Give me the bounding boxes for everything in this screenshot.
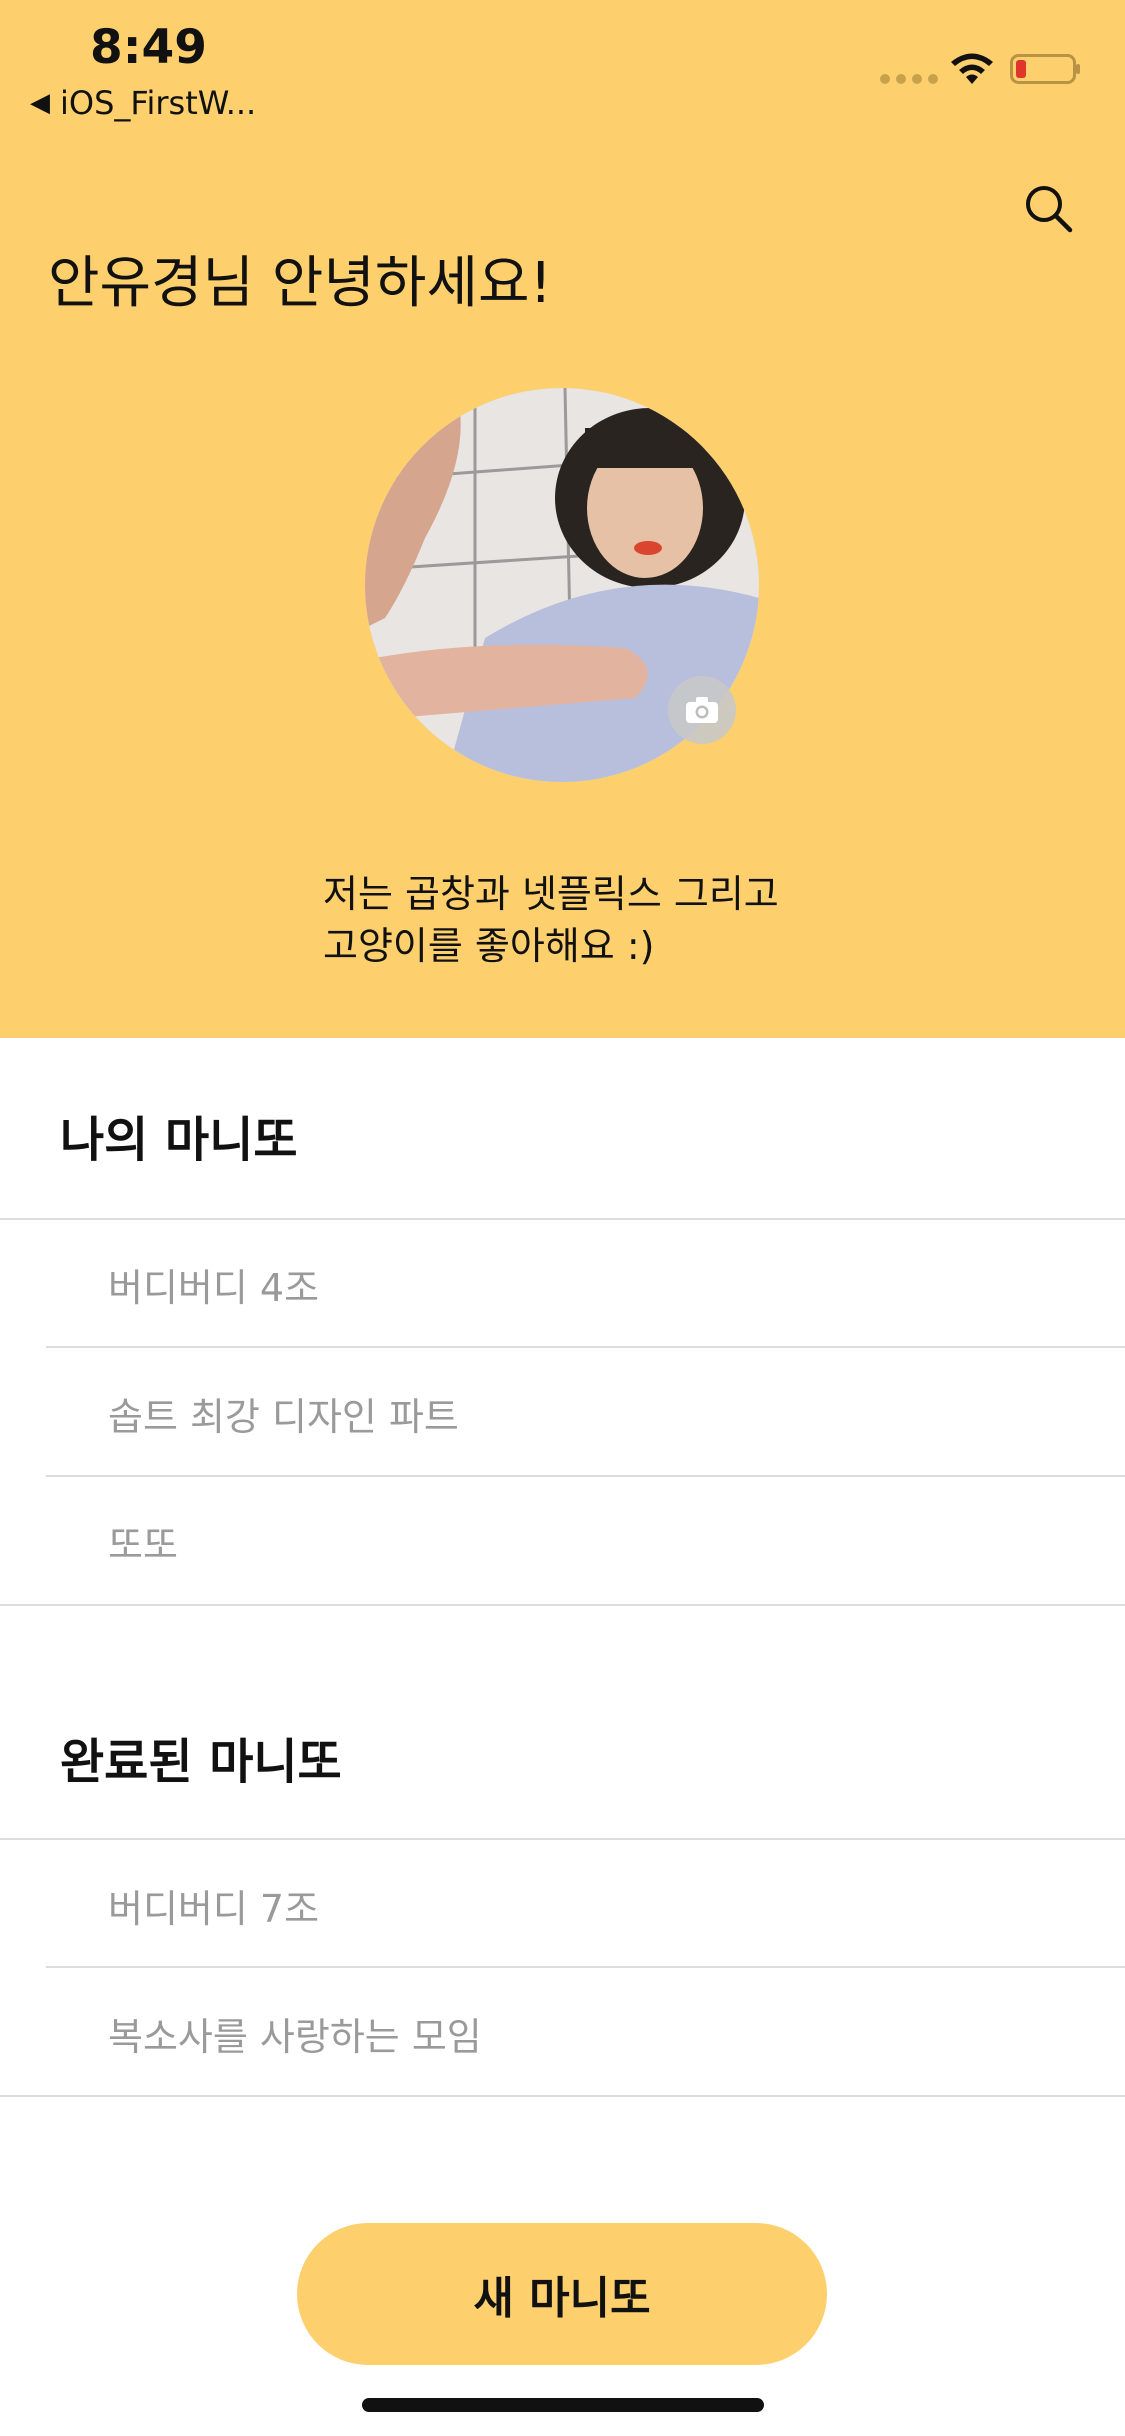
back-triangle-icon: ◀ [30, 88, 50, 118]
list-item[interactable]: 복소사를 사랑하는 모임 [108, 2006, 482, 2061]
my-manitto-title: 나의 마니또 [60, 1112, 298, 1168]
profile-bio: 저는 곱창과 넷플릭스 그리고 고양이를 좋아해요 :) [323, 868, 843, 972]
divider [0, 1838, 1125, 1840]
list-item[interactable]: 솝트 최강 디자인 파트 [108, 1386, 459, 1441]
list-item[interactable]: 버디버디 7조 [108, 1878, 319, 1933]
list-item[interactable]: 버디버디 4조 [108, 1257, 319, 1312]
back-app-label: iOS_FirstW... [60, 84, 257, 122]
change-photo-button[interactable] [668, 676, 736, 744]
search-icon[interactable] [1022, 182, 1074, 234]
divider [46, 1475, 1125, 1477]
bio-line-2: 고양이를 좋아해요 :) [323, 924, 655, 968]
list-item[interactable]: 또또 [108, 1514, 178, 1569]
status-time: 8:49 [90, 20, 207, 75]
divider [46, 1346, 1125, 1348]
wifi-icon [951, 53, 993, 84]
camera-icon [686, 697, 718, 723]
new-manitto-button[interactable]: 새 마니또 [297, 2223, 827, 2365]
divider [0, 1604, 1125, 1606]
screen: 8:49 ◀ iOS_FirstW... 안유경님 안녕하세요! 저는 곱창과 … [0, 0, 1125, 2436]
divider [0, 1218, 1125, 1220]
divider [0, 2095, 1125, 2097]
signal-dots-icon [880, 74, 938, 84]
completed-manitto-title: 완료된 마니또 [60, 1734, 342, 1790]
back-to-app-link[interactable]: ◀ iOS_FirstW... [30, 84, 256, 122]
divider [46, 1966, 1125, 1968]
home-indicator[interactable] [362, 2398, 764, 2412]
greeting-title: 안유경님 안녕하세요! [48, 251, 552, 316]
bio-line-1: 저는 곱창과 넷플릭스 그리고 [323, 872, 779, 916]
battery-low-icon [1010, 54, 1080, 84]
profile-header: 8:49 ◀ iOS_FirstW... 안유경님 안녕하세요! 저는 곱창과 … [0, 0, 1125, 1038]
